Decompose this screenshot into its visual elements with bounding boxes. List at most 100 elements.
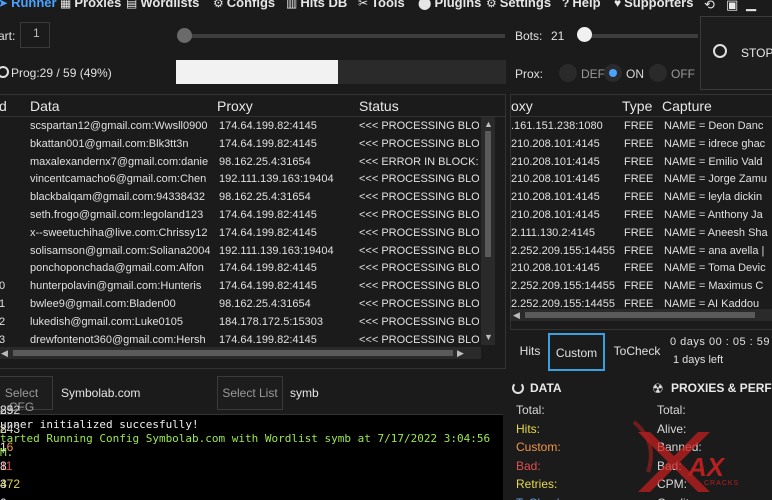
stat-label: ToCheck: bbox=[516, 496, 566, 500]
table-row[interactable]: 210.208.101:4145 FREE NAME = idrece ghac bbox=[511, 136, 772, 154]
menu-item-plugins[interactable]: ⬤ Plugins bbox=[418, 0, 481, 10]
start-label: art: bbox=[0, 29, 16, 43]
scroll-left-icon[interactable]: ◀ bbox=[1, 348, 8, 359]
tab-custom[interactable]: Custom bbox=[548, 333, 605, 371]
hits-grid-hscrollbar[interactable]: ◀ bbox=[511, 309, 772, 321]
prox-off-label[interactable]: OFF bbox=[671, 67, 695, 81]
progress-label: Prog:29 / 59 (49%) bbox=[11, 66, 112, 80]
stat-value: 852 bbox=[0, 403, 21, 417]
cell-data: hunterpolavin@gmail.com:Hunteris bbox=[30, 280, 202, 293]
start-slider-thumb[interactable] bbox=[177, 28, 192, 43]
scroll-up-icon[interactable]: ▲ bbox=[484, 119, 493, 129]
bots-slider-track[interactable] bbox=[578, 34, 698, 38]
hits-grid-hscroll-thumb[interactable] bbox=[525, 312, 755, 318]
table-row[interactable]: seth.frogo@gmail.com:legoland123 174.64.1… bbox=[0, 207, 505, 225]
cell-data: blackbalqam@gmail.com:94338432 bbox=[30, 191, 206, 204]
col-header-id[interactable]: d bbox=[0, 98, 7, 114]
table-row[interactable]: 2.252.209.155:14455 FREE NAME = Maximus C bbox=[511, 278, 772, 296]
col-header-proxy[interactable]: Proxy bbox=[217, 98, 253, 114]
watermark-logo: AX CRACKS bbox=[628, 412, 758, 500]
camera-icon[interactable]: ▣ bbox=[726, 0, 740, 12]
menu-item-tools[interactable]: ✂ Tools bbox=[358, 0, 405, 10]
menu-item-label: Wordlists bbox=[140, 0, 200, 10]
cell-type: FREE bbox=[624, 226, 654, 239]
table-row[interactable]: x--sweetuchiha@live.com:Chrissy12 174.64.… bbox=[0, 225, 505, 243]
col-header-data[interactable]: Data bbox=[30, 98, 60, 114]
minimize-icon[interactable]: ▁ bbox=[746, 0, 760, 11]
scroll-down-icon[interactable]: ▼ bbox=[484, 332, 493, 342]
start-slider-track[interactable] bbox=[180, 34, 505, 38]
cell-proxy: 2.252.209.155:14455 bbox=[511, 280, 615, 293]
cell-status: <<< PROCESSING BLOCK bbox=[359, 244, 479, 257]
cell-type: FREE bbox=[624, 262, 654, 275]
col-header-type[interactable]: Type bbox=[622, 98, 652, 114]
data-grid-vscroll-thumb[interactable] bbox=[485, 131, 491, 257]
cell-status: <<< PROCESSING BLOCK bbox=[359, 226, 479, 239]
menu-item-settings[interactable]: ⚙ Settings bbox=[486, 0, 551, 10]
table-row[interactable]: blackbalqam@gmail.com:94338432 98.162.25.… bbox=[0, 189, 505, 207]
table-row[interactable]: 210.208.101:4145 FREE NAME = leyla dickin bbox=[511, 189, 772, 207]
settings-icon: ⚙ bbox=[486, 0, 497, 10]
menu-item-configs[interactable]: ⚙ Configs bbox=[213, 0, 275, 10]
cell-type: FREE bbox=[624, 209, 654, 221]
menu-item-runner[interactable]: ➤ Runner bbox=[0, 0, 57, 10]
tab-hits[interactable]: Hits bbox=[512, 333, 548, 371]
watermark-subtext: CRACKS bbox=[704, 480, 740, 487]
menu-item-label: Runner bbox=[11, 0, 57, 10]
scroll-left-icon[interactable]: ◀ bbox=[513, 310, 520, 321]
menu-item-proxies[interactable]: ▦ Proxies bbox=[60, 0, 121, 10]
menu-item-help[interactable]: ? Help bbox=[562, 0, 601, 10]
table-row[interactable]: ponchoponchada@gmail.com:Alfon 174.64.199… bbox=[0, 260, 505, 278]
window-toolbar-icons: ⟲ ▣ ▁ bbox=[700, 0, 772, 14]
cell-proxy: 210.208.101:4145 bbox=[511, 173, 600, 186]
prox-def-radio[interactable] bbox=[559, 64, 577, 82]
table-row[interactable]: solisamson@gmail.com:Soliana2004 192.111.… bbox=[0, 243, 505, 261]
select-list-button[interactable]: Select List bbox=[217, 376, 283, 410]
bots-slider-thumb[interactable] bbox=[577, 27, 592, 42]
menu-item-wordlists[interactable]: ▤ Wordlists bbox=[126, 0, 199, 10]
col-header-proxy[interactable]: oxy bbox=[511, 98, 533, 114]
hits-grid-header: oxy Type Capture bbox=[511, 95, 772, 117]
table-row[interactable]: 2.111.130.2:4145 FREE NAME = Aneesh Sha bbox=[511, 225, 772, 243]
table-row[interactable]: 2 lukedish@gmail.com:Luke0105 184.178.172.… bbox=[0, 314, 505, 332]
table-row[interactable]: 210.208.101:4145 FREE NAME = Emilio Vald bbox=[511, 154, 772, 172]
cell-capture: NAME = leyla dickin bbox=[664, 191, 763, 204]
table-row[interactable]: .161.151.238:1080 FREE NAME = Deon Danc bbox=[511, 118, 772, 136]
prox-off-radio[interactable] bbox=[649, 64, 667, 82]
table-row[interactable]: 1 bwlee9@gmail.com:Bladen00 98.162.25.4:31… bbox=[0, 296, 505, 314]
table-row[interactable]: 2.252.209.155:14455 FREE NAME = ana avella… bbox=[511, 243, 772, 261]
cell-status: <<< PROCESSING BLOCK bbox=[359, 120, 479, 132]
scroll-right-icon[interactable]: ▶ bbox=[457, 348, 464, 359]
prox-on-label[interactable]: ON bbox=[626, 67, 644, 81]
stat-label: Hits: bbox=[516, 421, 540, 436]
table-row[interactable]: 210.208.101:4145 FREE NAME = Anthony Ja bbox=[511, 207, 772, 225]
col-header-status[interactable]: Status bbox=[359, 98, 399, 114]
history-icon[interactable]: ⟲ bbox=[704, 0, 718, 12]
table-row[interactable]: 0 hunterpolavin@gmail.com:Hunteris 174.64.… bbox=[0, 278, 505, 296]
table-row[interactable]: maxalexandernx7@gmail.com:danie 98.162.25… bbox=[0, 154, 505, 172]
menu-item-hitsdb[interactable]: ▥ Hits DB bbox=[286, 0, 347, 10]
stop-button[interactable]: STOP bbox=[700, 16, 772, 90]
table-row[interactable]: scspartan12@gmail.com:Wwsll0900 174.64.19… bbox=[0, 118, 505, 136]
table-row[interactable]: 210.208.101:4145 FREE NAME = Jorge Zamu bbox=[511, 171, 772, 189]
table-row[interactable]: bkattan001@gmail.com:Blk3tt3n 174.64.199.… bbox=[0, 136, 505, 154]
cell-proxy: 2.252.209.155:14455 bbox=[511, 244, 615, 257]
start-input[interactable]: 1 bbox=[20, 22, 50, 48]
prox-on-radio[interactable] bbox=[604, 64, 622, 82]
menu-item-supporters[interactable]: ♥ Supporters bbox=[614, 0, 693, 10]
table-row[interactable]: 210.208.101:4145 FREE NAME = Toma Devic bbox=[511, 260, 772, 278]
cell-status: <<< PROCESSING BLOCK bbox=[359, 137, 479, 150]
cell-proxy: 174.64.199.82:4145 bbox=[219, 120, 317, 132]
data-grid-hscrollbar[interactable]: ◀ ▶ bbox=[0, 347, 481, 359]
data-grid-hscroll-thumb[interactable] bbox=[13, 350, 453, 356]
cell-data: seth.frogo@gmail.com:legoland123 bbox=[30, 209, 204, 221]
cell-capture: NAME = Toma Devic bbox=[664, 262, 766, 275]
cell-id: 1 bbox=[0, 298, 21, 310]
tab-tocheck[interactable]: ToCheck bbox=[608, 333, 666, 371]
bots-label: Bots: bbox=[515, 29, 543, 43]
table-row[interactable]: vincentcamacho6@gmail.com:Chen 192.111.13… bbox=[0, 171, 505, 189]
data-grid-vscrollbar[interactable]: ▲ ▼ bbox=[481, 117, 495, 345]
col-header-capture[interactable]: Capture bbox=[662, 98, 712, 114]
prox-def-label[interactable]: DEF bbox=[581, 67, 605, 81]
stat-value: 1 bbox=[0, 440, 7, 454]
